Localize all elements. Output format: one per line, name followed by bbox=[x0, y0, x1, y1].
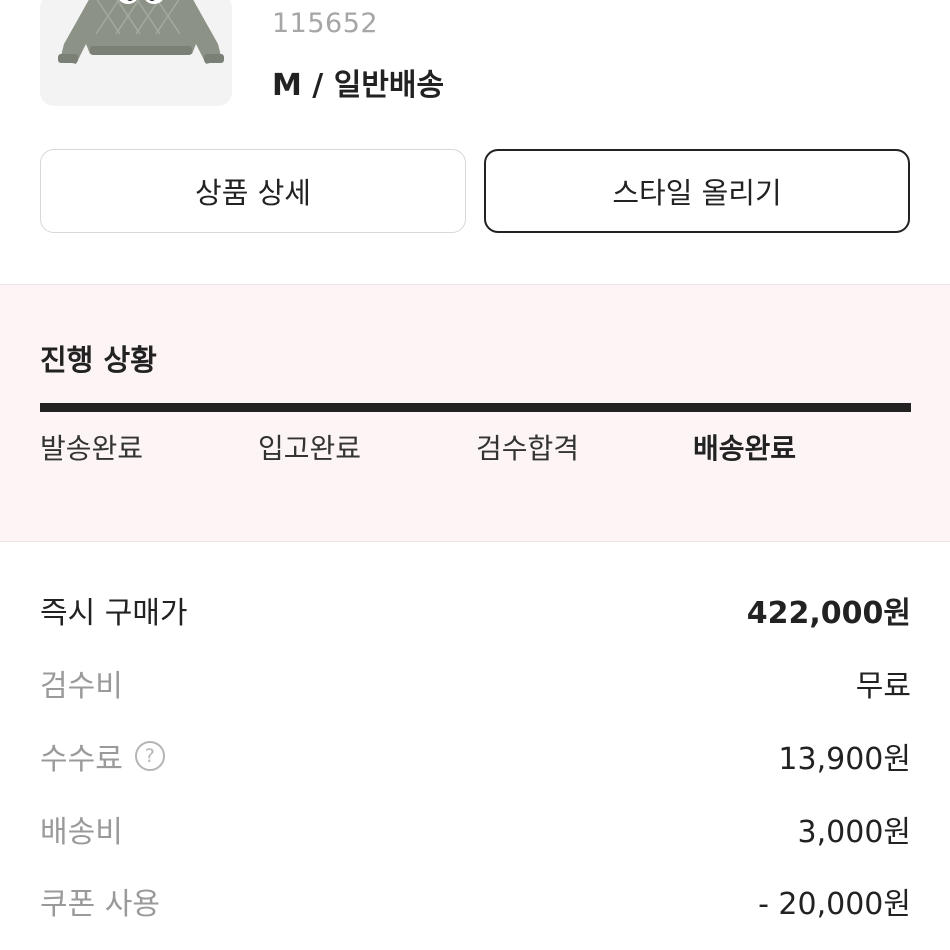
help-icon[interactable]: ? bbox=[134, 741, 165, 771]
order-detail-page: 115652 M / 일반배송 상품 상세 스타일 올리기 진행 상황 발송완료… bbox=[0, 0, 950, 950]
price-label: 배송비 bbox=[40, 815, 123, 850]
price-label: 즉시 구매가 bbox=[40, 596, 188, 631]
price-row-instant-buy: 즉시 구매가 422,000원 bbox=[40, 590, 911, 631]
product-image[interactable] bbox=[40, 0, 232, 106]
jacket-thumbnail-icon bbox=[58, 0, 224, 64]
step-shipped: 발송완료 bbox=[40, 432, 144, 465]
price-label: 쿠폰 사용 bbox=[40, 887, 160, 922]
product-option: M / 일반배송 bbox=[272, 68, 445, 103]
price-label: 검수비 bbox=[40, 669, 123, 704]
price-value: 422,000원 bbox=[746, 596, 911, 631]
price-label-wrap: 수수료 ? bbox=[40, 734, 165, 778]
price-value: - 20,000원 bbox=[758, 887, 911, 922]
product-code: 115652 bbox=[272, 8, 379, 39]
product-detail-button[interactable]: 상품 상세 bbox=[40, 149, 466, 233]
progress-title: 진행 상황 bbox=[40, 343, 157, 377]
price-row-inspection-fee: 검수비 무료 bbox=[40, 663, 911, 704]
progress-section: 진행 상황 발송완료 입고완료 검수합격 배송완료 bbox=[0, 284, 950, 542]
price-label: 수수료 bbox=[40, 742, 123, 777]
step-received: 입고완료 bbox=[258, 432, 362, 465]
progress-bar bbox=[40, 403, 911, 412]
step-inspection-passed: 검수합격 bbox=[476, 432, 580, 465]
step-delivered: 배송완료 bbox=[693, 432, 797, 465]
price-value: 무료 bbox=[855, 669, 911, 704]
price-value: 3,000원 bbox=[797, 815, 911, 850]
price-value: 13,900원 bbox=[778, 742, 911, 777]
upload-style-button[interactable]: 스타일 올리기 bbox=[484, 149, 910, 233]
price-row-commission: 수수료 ? 13,900원 bbox=[40, 734, 911, 778]
price-row-coupon: 쿠폰 사용 - 20,000원 bbox=[40, 881, 911, 922]
price-row-shipping-fee: 배송비 3,000원 bbox=[40, 809, 911, 850]
